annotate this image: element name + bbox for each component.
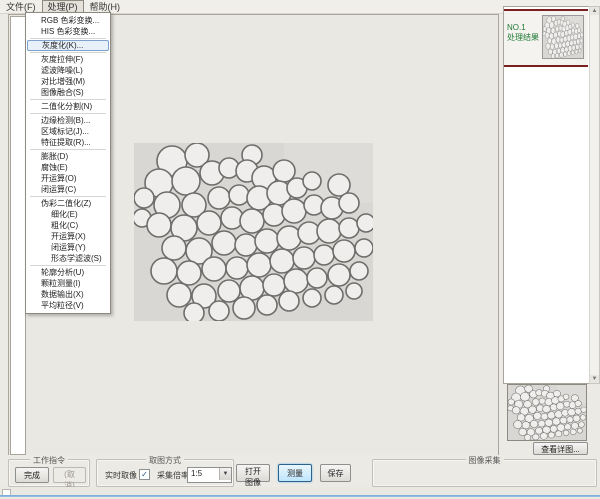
combo-arrow-icon[interactable]: ▼	[219, 468, 231, 480]
menu-separator	[30, 265, 106, 266]
menu-separator	[30, 196, 106, 197]
status-bar	[0, 487, 600, 499]
magnification-value: 1:5	[191, 469, 202, 478]
magnification-select[interactable]: 1:5 ▼	[187, 467, 232, 483]
result-item-line1: NO.1	[507, 23, 541, 33]
result-list-scrollbar[interactable]: ▲ ▼	[589, 6, 600, 384]
group-command: 工作指令 完成 (取消)	[8, 459, 90, 487]
menu-item-22[interactable]: 细化(E)	[27, 209, 109, 220]
mid-button-1[interactable]: 测量	[278, 464, 312, 482]
mid-button-0[interactable]: 打开图像	[236, 464, 270, 482]
menu-item-28[interactable]: 轮廓分析(U)	[27, 267, 109, 278]
left-panel	[10, 16, 26, 455]
micrograph-image	[134, 143, 373, 321]
group-image-acquire: 图像采集 原图⊞1:1⟳全图连续采集暂停单帧停止	[372, 459, 597, 487]
result-item-line2: 处理结果	[507, 33, 541, 43]
mid-button-2[interactable]: 保存	[320, 464, 351, 482]
group-acquire-caption: 图像采集	[466, 455, 504, 466]
preview-thumbnail-box	[507, 384, 587, 441]
menu-separator	[30, 52, 106, 53]
menu-separator	[30, 38, 106, 39]
menu-separator	[30, 149, 106, 150]
menu-item-14[interactable]: 特征提取(R)...	[27, 137, 109, 148]
menu-item-17[interactable]: 腐蚀(E)	[27, 162, 109, 173]
scroll-up-icon[interactable]: ▲	[590, 7, 599, 15]
app-window: 文件(F)处理(P)帮助(H) RGB 色彩变换...HIS 色彩变换...灰度…	[0, 0, 600, 499]
bottom-toolbar: 工作指令 完成 (取消) 取图方式 实时取像 ✓ 采集倍率: 1:5 ▼ 图像采…	[0, 455, 600, 487]
menu-separator	[30, 113, 106, 114]
group-capture-mode: 取图方式 实时取像 ✓ 采集倍率: 1:5 ▼	[96, 459, 234, 487]
menu-item-5[interactable]: 灰度拉伸(F)	[27, 54, 109, 65]
menu-item-31[interactable]: 平均粒径(V)	[27, 300, 109, 311]
menu-item-18[interactable]: 开运算(O)	[27, 173, 109, 184]
group-command-caption: 工作指令	[30, 455, 68, 466]
menu-item-1[interactable]: HIS 色彩变换...	[27, 26, 109, 37]
preview-thumbnail[interactable]	[508, 385, 586, 440]
menu-item-6[interactable]: 滤波降噪(L)	[27, 65, 109, 76]
live-capture-checkbox[interactable]: ✓	[139, 469, 150, 480]
menu-item-7[interactable]: 对比增强(M)	[27, 76, 109, 87]
menu-item-23[interactable]: 粗化(C)	[27, 220, 109, 231]
result-item-thumbnail[interactable]	[542, 15, 584, 59]
scroll-down-icon[interactable]: ▼	[590, 375, 599, 383]
menu-item-16[interactable]: 膨胀(D)	[27, 151, 109, 162]
cancel-button[interactable]: (取消)	[53, 467, 86, 483]
result-item-label: NO.1 处理结果	[507, 23, 541, 43]
menu-item-8[interactable]: 图像融合(S)	[27, 87, 109, 98]
status-accent-line	[0, 495, 600, 497]
menu-item-30[interactable]: 数据输出(X)	[27, 289, 109, 300]
menu-item-13[interactable]: 区域标记(J)...	[27, 126, 109, 137]
finish-button[interactable]: 完成	[15, 467, 49, 483]
menu-item-25[interactable]: 闭运算(Y)	[27, 242, 109, 253]
group-capture-caption: 取图方式	[146, 455, 184, 466]
view-detail-button[interactable]: 查看详图...	[533, 442, 588, 455]
menu-separator	[30, 99, 106, 100]
menu-item-10[interactable]: 二值化分割(N)	[27, 101, 109, 112]
menu-item-0[interactable]: RGB 色彩变换...	[27, 15, 109, 26]
menu-item-24[interactable]: 开运算(X)	[27, 231, 109, 242]
menu-item-19[interactable]: 闭运算(C)	[27, 184, 109, 195]
menu-item-21[interactable]: 伪彩二值化(Z)	[27, 198, 109, 209]
menu-item-3[interactable]: 灰度化(K)...	[27, 40, 109, 51]
menu-item-29[interactable]: 颗粒测量(I)	[27, 278, 109, 289]
menu-item-26[interactable]: 形态学滤波(S)	[27, 253, 109, 264]
live-capture-label: 实时取像	[105, 470, 137, 481]
processing-menu-dropdown: RGB 色彩变换...HIS 色彩变换... 灰度化(K)... 灰度拉伸(F)滤波…	[25, 12, 111, 314]
menu-item-12[interactable]: 边缘检测(B)...	[27, 115, 109, 126]
result-list[interactable]: NO.1 处理结果	[503, 6, 591, 384]
result-list-item-selected[interactable]: NO.1 处理结果	[504, 9, 588, 67]
